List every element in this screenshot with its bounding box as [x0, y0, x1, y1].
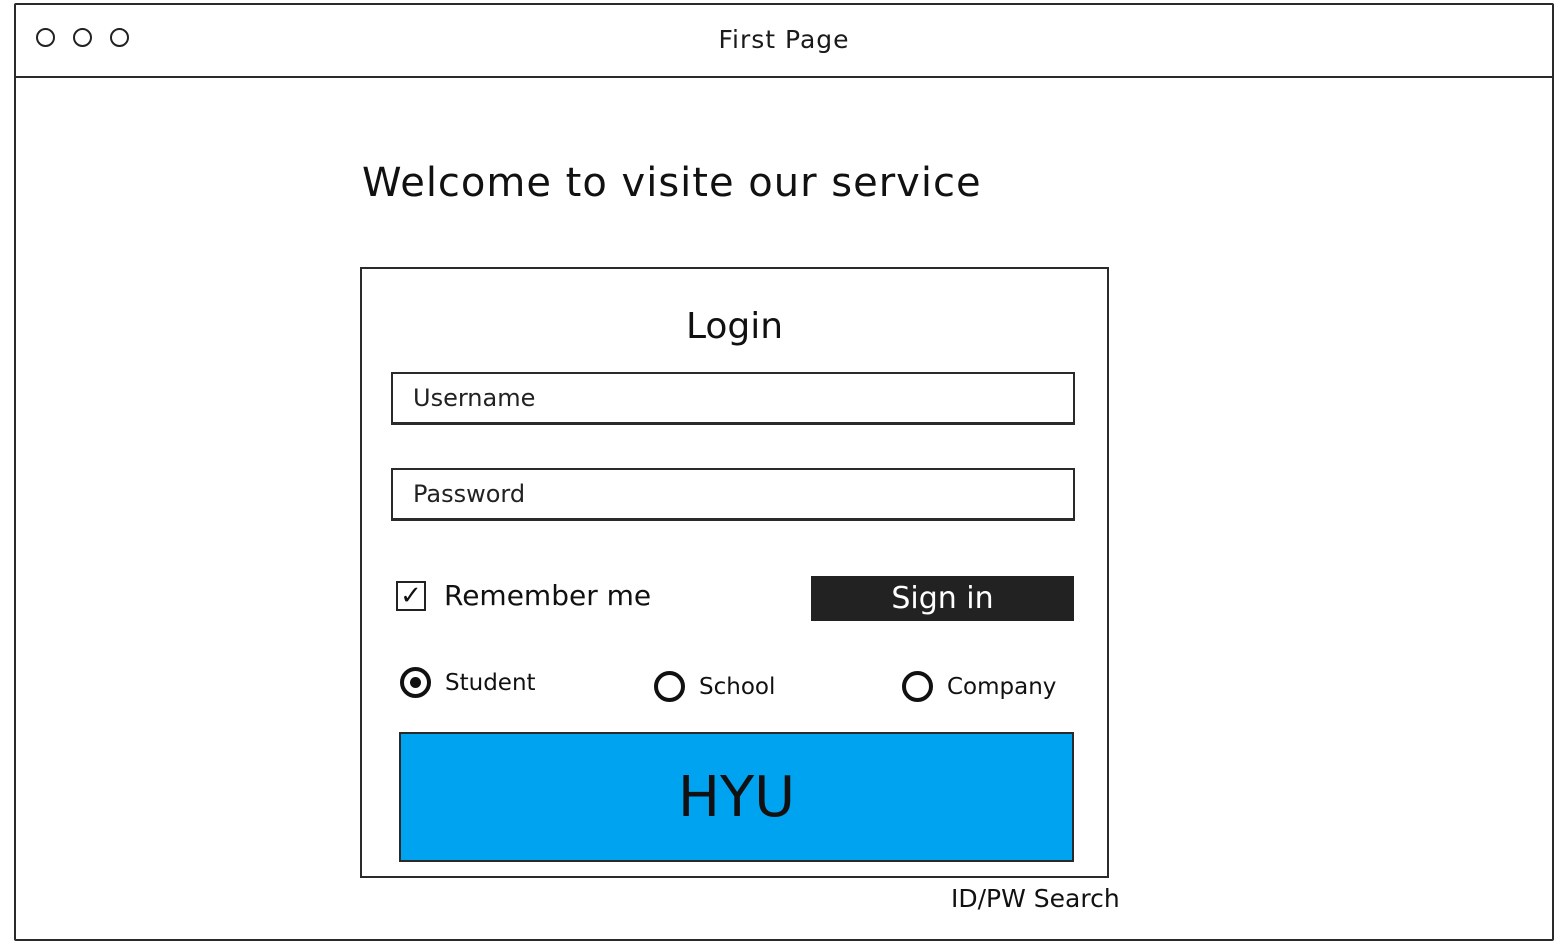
radio-unselected-icon[interactable] [902, 671, 933, 702]
window-titlebar: First Page [16, 5, 1552, 78]
login-title: Login [685, 306, 784, 347]
window-title: First Page [718, 25, 850, 54]
password-input[interactable] [391, 468, 1075, 521]
role-radio-student[interactable]: Student [400, 667, 536, 698]
id-pw-search-link[interactable]: ID/PW Search [951, 884, 1120, 913]
sign-in-button[interactable]: Sign in [811, 576, 1074, 621]
role-radio-school[interactable]: School [654, 671, 775, 702]
username-input[interactable] [391, 372, 1075, 425]
login-panel: Login ✓ Remember me Sign in Student Scho… [360, 267, 1109, 878]
radio-unselected-icon[interactable] [654, 671, 685, 702]
hyu-brand-button[interactable]: HYU [399, 732, 1074, 862]
radio-selected-icon[interactable] [400, 667, 431, 698]
role-label-student: Student [445, 669, 536, 696]
remember-me-checkbox[interactable]: ✓ Remember me [396, 579, 651, 612]
welcome-heading: Welcome to visite our service [362, 160, 982, 206]
checkbox-checked-icon[interactable]: ✓ [396, 580, 426, 611]
role-label-company: Company [947, 673, 1057, 700]
role-label-school: School [699, 673, 776, 700]
role-radio-company[interactable]: Company [902, 671, 1056, 702]
role-radio-group: Student School Company [400, 667, 1060, 707]
remember-me-label: Remember me [444, 579, 652, 612]
